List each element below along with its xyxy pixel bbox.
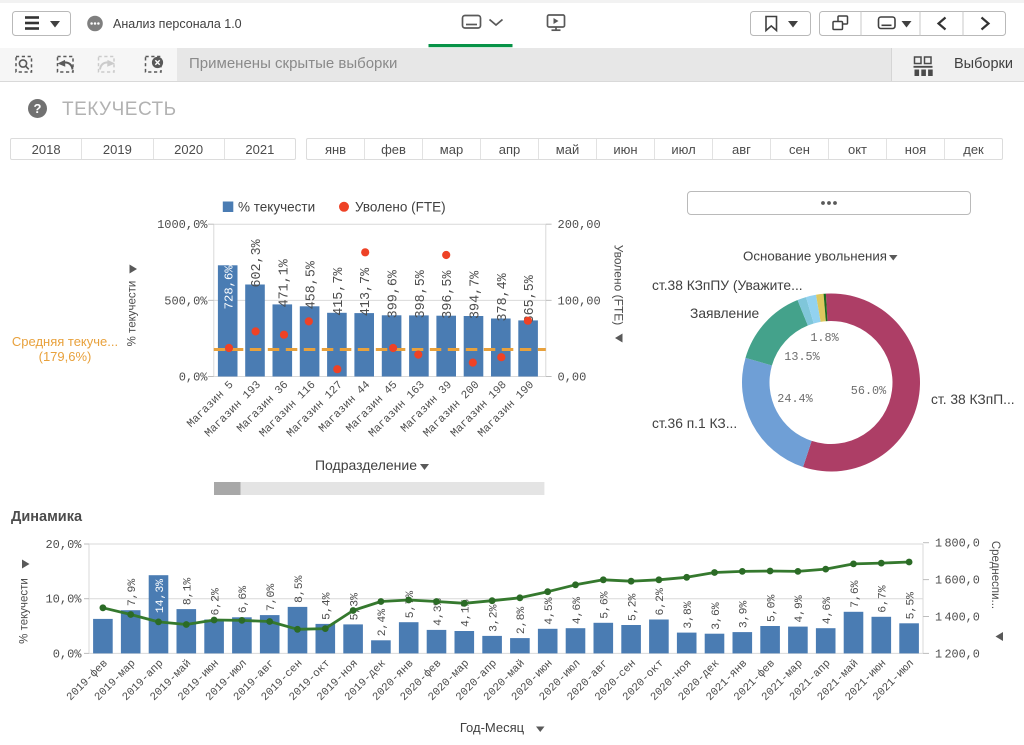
svg-text:3,9%: 3,9% (739, 601, 751, 629)
svg-text:Подразделение: Подразделение (315, 457, 417, 473)
svg-text:6,7%: 6,7% (878, 585, 890, 613)
svg-text:2,8%: 2,8% (516, 607, 528, 635)
svg-text:7,0%: 7,0% (266, 584, 278, 612)
svg-text:Заявление: Заявление (690, 306, 760, 321)
svg-text:413,7%: 413,7% (359, 267, 374, 316)
svg-text:20,0%: 20,0% (45, 538, 82, 552)
svg-text:200,00: 200,00 (558, 218, 601, 232)
svg-text:Основание увольнения: Основание увольнения (743, 249, 887, 264)
svg-text:4,9%: 4,9% (794, 595, 806, 623)
svg-text:4,6%: 4,6% (822, 597, 834, 625)
svg-text:1000,0%: 1000,0% (157, 218, 208, 232)
svg-text:% текучести: % текучести (127, 281, 139, 347)
svg-text:6,2%: 6,2% (210, 588, 222, 616)
svg-text:24.4%: 24.4% (777, 392, 813, 406)
svg-text:Средняя текуче...: Средняя текуче... (12, 334, 118, 349)
svg-text:500,0%: 500,0% (164, 294, 208, 308)
svg-text:7,9%: 7,9% (127, 579, 139, 607)
svg-text:1 200,0: 1 200,0 (935, 647, 980, 661)
svg-text:8,5%: 8,5% (294, 575, 306, 603)
svg-text:Уволено (FTE): Уволено (FTE) (355, 200, 446, 215)
svg-text:5,7%: 5,7% (405, 591, 417, 619)
svg-text:5,3%: 5,3% (349, 593, 361, 621)
svg-text:471,1%: 471,1% (277, 258, 292, 307)
svg-text:4,6%: 4,6% (572, 597, 584, 625)
svg-text:6,2%: 6,2% (655, 588, 667, 616)
svg-text:398,5%: 398,5% (414, 269, 429, 318)
svg-text:365,5%: 365,5% (523, 274, 538, 323)
svg-text:% текучести: % текучести (19, 578, 31, 644)
svg-text:415,7%: 415,7% (332, 267, 347, 316)
svg-text:7,6%: 7,6% (850, 580, 862, 608)
svg-text:10,0%: 10,0% (45, 593, 82, 607)
svg-text:2,4%: 2,4% (377, 609, 389, 637)
svg-text:3,8%: 3,8% (683, 601, 695, 629)
svg-text:14,3%: 14,3% (155, 579, 167, 613)
svg-text:1 400,0: 1 400,0 (935, 611, 980, 625)
svg-text:ст.36 п.1 КЗ...: ст.36 п.1 КЗ... (652, 416, 737, 431)
svg-text:(179,6%): (179,6%) (39, 349, 92, 364)
svg-text:399,6%: 399,6% (387, 269, 402, 318)
svg-text:ст.38 КЗпПУ (Уважите...: ст.38 КЗпПУ (Уважите... (652, 278, 803, 293)
svg-text:Среднеспи...: Среднеспи... (989, 541, 1001, 609)
svg-text:5,5%: 5,5% (905, 592, 917, 620)
svg-text:5,4%: 5,4% (322, 592, 334, 620)
svg-text:100,00: 100,00 (558, 294, 601, 308)
svg-text:458,5%: 458,5% (305, 260, 320, 309)
svg-text:1 800,0: 1 800,0 (935, 537, 980, 551)
svg-text:0,0%: 0,0% (53, 647, 83, 661)
svg-text:5,6%: 5,6% (600, 591, 612, 619)
svg-text:Динамика: Динамика (11, 509, 83, 525)
svg-text:394,7%: 394,7% (468, 270, 483, 319)
svg-text:% текучести: % текучести (238, 200, 315, 215)
svg-text:8,1%: 8,1% (183, 578, 195, 606)
svg-text:3,6%: 3,6% (711, 602, 723, 630)
svg-text:ст. 38 КЗпП...: ст. 38 КЗпП... (931, 392, 1015, 407)
svg-text:56.0%: 56.0% (851, 384, 887, 398)
svg-text:728,6%: 728,6% (223, 265, 237, 310)
svg-text:3,2%: 3,2% (488, 604, 500, 632)
svg-text:5,0%: 5,0% (766, 595, 778, 623)
svg-text:396,5%: 396,5% (441, 270, 456, 319)
svg-text:6,6%: 6,6% (238, 586, 250, 614)
svg-text:0,0%: 0,0% (179, 371, 209, 385)
svg-text:1 600,0: 1 600,0 (935, 574, 980, 588)
svg-text:Год-Месяц: Год-Месяц (460, 720, 525, 735)
svg-text:378,4%: 378,4% (496, 272, 511, 321)
svg-text:1.8%: 1.8% (810, 331, 839, 345)
svg-text:602,3%: 602,3% (250, 238, 265, 287)
svg-text:0,00: 0,00 (558, 371, 587, 385)
svg-text:4,5%: 4,5% (544, 597, 556, 625)
svg-text:5,2%: 5,2% (627, 593, 639, 621)
svg-text:13.5%: 13.5% (784, 350, 820, 364)
